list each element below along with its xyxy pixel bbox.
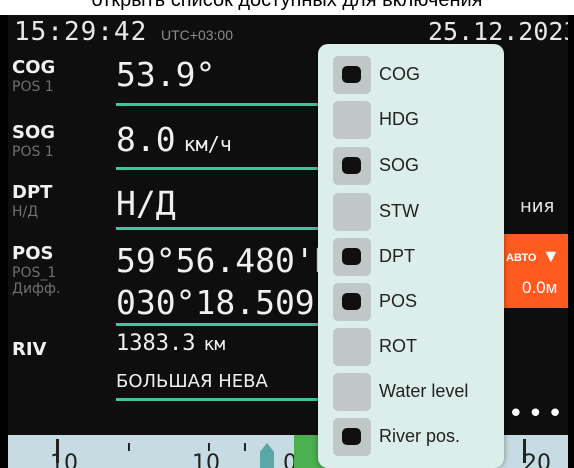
- checkbox[interactable]: [333, 193, 371, 231]
- menu-item-rot[interactable]: ROT: [333, 328, 503, 368]
- dpt-row[interactable]: DPT Н/Д Н/Д: [8, 178, 328, 228]
- dpt-divider: [116, 227, 336, 230]
- checked-icon: [342, 428, 361, 445]
- clock-time: 15:29:42: [14, 17, 148, 47]
- menu-item-stw[interactable]: STW: [333, 193, 503, 233]
- checked-icon: [342, 157, 361, 174]
- pos-label: POS: [12, 243, 54, 264]
- cog-row[interactable]: COG POS 1 53.9°: [8, 53, 328, 103]
- sog-row[interactable]: SOG POS 1 8.0 км/ч: [8, 118, 328, 168]
- menu-item-hdg[interactable]: HDG: [333, 101, 503, 141]
- checked-icon: [342, 293, 361, 310]
- pos-longitude: 030°18.509: [116, 283, 315, 322]
- navigation-screen: 15:29:42 UTC+03:00 25.12.2023 COG POS 1 …: [8, 15, 568, 468]
- pos-mode: Дифф.: [12, 281, 61, 297]
- sog-divider: [116, 167, 336, 170]
- checkbox[interactable]: [333, 418, 371, 456]
- menu-item-label: HDG: [379, 109, 419, 129]
- riv-value: 1383.3: [116, 331, 196, 356]
- menu-item-water-level[interactable]: Water level: [333, 373, 503, 413]
- checkbox[interactable]: [333, 101, 371, 139]
- instruction-caption: открыть список доступных для включения: [0, 0, 574, 15]
- pos-divider: [116, 323, 336, 326]
- checkbox[interactable]: [333, 283, 371, 321]
- checkbox[interactable]: [333, 238, 371, 276]
- menu-item-pos[interactable]: POS: [333, 283, 503, 323]
- alarm-dropdown-icon[interactable]: ▼: [542, 246, 560, 267]
- depth-alarm-panel[interactable]: АВТО ▼ 0.0м: [496, 234, 568, 308]
- dpt-label: DPT: [12, 182, 53, 203]
- riv-unit: км: [203, 334, 226, 355]
- menu-item-label: ROT: [379, 336, 417, 356]
- pos-source: POS_1: [12, 265, 57, 281]
- parameter-menu: COG HDG SOG STW DPT POS ROT Water level: [318, 44, 504, 468]
- menu-item-river-pos[interactable]: River pos.: [333, 418, 503, 458]
- checked-icon: [342, 66, 361, 83]
- checkbox[interactable]: [333, 56, 371, 94]
- scale-tick: [244, 443, 246, 451]
- cog-value: 53.9°: [116, 55, 216, 94]
- riv-divider: [116, 398, 336, 401]
- sog-value-group: 8.0 км/ч: [116, 120, 232, 159]
- pos-latitude: 59°56.480'N: [116, 241, 335, 280]
- menu-item-sog[interactable]: SOG: [333, 147, 503, 187]
- scale-label: 10: [50, 451, 78, 468]
- vessel-marker-icon: [260, 443, 274, 468]
- alarm-mode: АВТО: [506, 252, 537, 264]
- menu-item-label: SOG: [379, 155, 420, 175]
- cog-source: POS 1: [12, 79, 54, 95]
- sog-unit: км/ч: [183, 132, 232, 156]
- checkbox[interactable]: [333, 373, 371, 411]
- obscured-label: ния: [520, 196, 555, 217]
- checkbox[interactable]: [333, 147, 371, 185]
- date-label: 25.12.2023: [428, 17, 568, 46]
- menu-item-label: DPT: [379, 246, 415, 266]
- dpt-source: Н/Д: [12, 204, 39, 220]
- scale-tick: [128, 443, 130, 451]
- pos-row[interactable]: POS POS_1 Дифф. 59°56.480'N 030°18.509: [8, 239, 335, 322]
- riv-river-name: БОЛЬШАЯ НЕВА: [116, 371, 268, 392]
- menu-item-label: POS: [379, 291, 418, 311]
- scale-label: 20: [523, 451, 551, 468]
- menu-item-label: Water level: [379, 381, 469, 401]
- sog-value: 8.0: [116, 120, 176, 159]
- alarm-depth-value: 0.0м: [522, 278, 558, 297]
- cog-divider: [116, 103, 336, 106]
- sog-label: SOG: [12, 122, 56, 143]
- menu-item-label: STW: [379, 201, 419, 221]
- menu-item-dpt[interactable]: DPT: [333, 238, 503, 278]
- menu-item-label: River pos.: [379, 426, 461, 446]
- cog-label: COG: [12, 57, 56, 78]
- menu-item-label: COG: [379, 64, 421, 84]
- riv-label: RIV: [12, 339, 47, 360]
- more-options-icon[interactable]: •••: [508, 399, 567, 429]
- timezone-label: UTC+03:00: [161, 27, 233, 43]
- dpt-value: Н/Д: [116, 184, 176, 223]
- scale-label: 10: [192, 451, 220, 468]
- sog-source: POS 1: [12, 144, 54, 160]
- scale-tick: [208, 443, 210, 451]
- checkbox[interactable]: [333, 328, 371, 366]
- riv-value-group: 1383.3 км: [116, 331, 225, 356]
- menu-item-cog[interactable]: COG: [333, 56, 503, 96]
- checked-icon: [342, 248, 361, 265]
